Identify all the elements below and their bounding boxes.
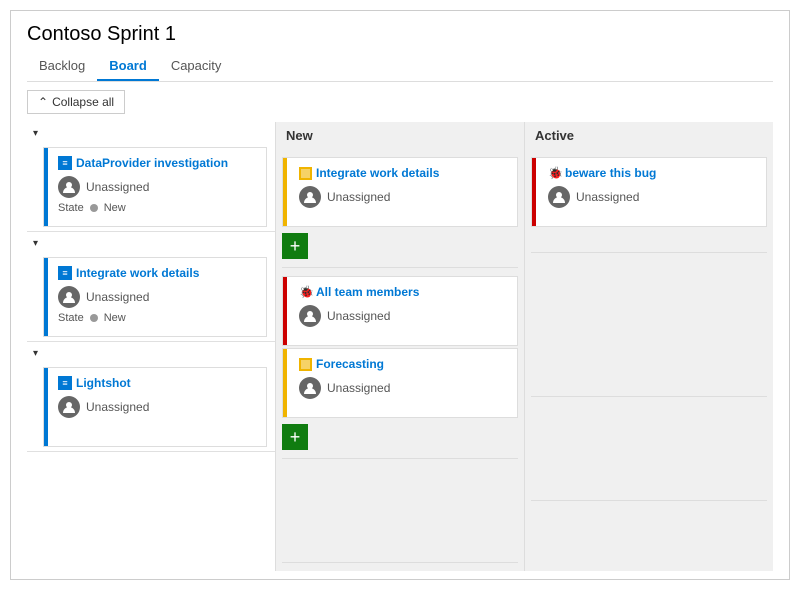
new-section-2: 🐞 All team members Unassigned xyxy=(282,272,518,459)
card-user-integrate: Unassigned xyxy=(299,186,509,208)
new-section-1: Integrate work details Unassigned + xyxy=(282,153,518,268)
toolbar: ⌃ Collapse all xyxy=(11,82,789,122)
sidebar-item-1-bar xyxy=(44,148,48,226)
card-avatar-1 xyxy=(299,186,321,208)
sidebar-item-2-state: State New xyxy=(58,312,258,324)
state-dot-2 xyxy=(90,314,98,322)
sidebar-item-1-user: Unassigned xyxy=(58,176,258,198)
collapse-all-label: Collapse all xyxy=(52,95,114,109)
col-active-content: 🐞 beware this bug Unassigned xyxy=(525,149,773,571)
card-bar-yellow xyxy=(283,158,287,226)
board-card-forecasting[interactable]: Forecasting Unassigned xyxy=(282,348,518,418)
board-columns: New Integrate work details xyxy=(275,122,773,571)
active-section-3 xyxy=(531,401,767,501)
col-new: New Integrate work details xyxy=(275,122,524,571)
card-bar-yellow-2 xyxy=(283,349,287,417)
sidebar-row-2: ▾ ≡ Integrate work details Unassigned xyxy=(27,232,275,342)
card-user-label-3: Unassigned xyxy=(327,381,390,395)
story-icon-1 xyxy=(299,167,312,180)
collapse-arrow-icon: ⌃ xyxy=(38,95,48,109)
card-bar-red-2 xyxy=(532,158,536,226)
unassigned-label-2: Unassigned xyxy=(86,290,149,304)
sidebar-item-3-bar xyxy=(44,368,48,446)
task-icon-2: ≡ xyxy=(58,266,72,280)
collapse-all-button[interactable]: ⌃ Collapse all xyxy=(27,90,125,114)
avatar-3 xyxy=(58,396,80,418)
sidebar: ▾ ≡ DataProvider investigation Unassigne… xyxy=(27,122,275,571)
bug-icon-2: 🐞 xyxy=(548,167,561,180)
card-user-forecasting: Unassigned xyxy=(299,377,509,399)
card-title-beware: 🐞 beware this bug xyxy=(548,166,758,180)
sidebar-item-3-user: Unassigned xyxy=(58,396,258,418)
avatar-1 xyxy=(58,176,80,198)
board-card-beware[interactable]: 🐞 beware this bug Unassigned xyxy=(531,157,767,227)
sidebar-item-1-title: ≡ DataProvider investigation xyxy=(58,156,258,170)
card-title-all-team: 🐞 All team members xyxy=(299,285,509,299)
page-title: Contoso Sprint 1 xyxy=(27,23,773,46)
sidebar-item-2: ≡ Integrate work details Unassigned Stat… xyxy=(43,257,267,337)
collapse-arrow-3[interactable]: ▾ xyxy=(33,348,275,359)
card-avatar-3 xyxy=(299,377,321,399)
tab-board[interactable]: Board xyxy=(97,52,159,81)
col-active: Active 🐞 beware this bug xyxy=(524,122,773,571)
unassigned-label-3: Unassigned xyxy=(86,400,149,414)
col-new-content: Integrate work details Unassigned + xyxy=(276,149,524,571)
board-card-integrate[interactable]: Integrate work details Unassigned xyxy=(282,157,518,227)
card-user-label-4: Unassigned xyxy=(576,190,639,204)
collapse-arrow-1[interactable]: ▾ xyxy=(33,128,275,139)
card-user-label-1: Unassigned xyxy=(327,190,390,204)
state-label-1: State xyxy=(58,202,84,214)
task-icon-3: ≡ xyxy=(58,376,72,390)
sidebar-row-1: ▾ ≡ DataProvider investigation Unassigne… xyxy=(27,122,275,232)
task-icon-1: ≡ xyxy=(58,156,72,170)
active-section-2 xyxy=(531,257,767,397)
sidebar-item-3: ≡ Lightshot Unassigned xyxy=(43,367,267,447)
unassigned-label-1: Unassigned xyxy=(86,180,149,194)
sidebar-item-2-title: ≡ Integrate work details xyxy=(58,266,258,280)
card-title-integrate: Integrate work details xyxy=(299,166,509,180)
card-user-beware: Unassigned xyxy=(548,186,758,208)
col-new-header: New xyxy=(276,122,524,149)
state-value-1: New xyxy=(104,202,126,214)
sidebar-item-3-title: ≡ Lightshot xyxy=(58,376,258,390)
sidebar-item-2-user: Unassigned xyxy=(58,286,258,308)
sidebar-item-2-bar xyxy=(44,258,48,336)
sidebar-row-3: ▾ ≡ Lightshot Unassigned xyxy=(27,342,275,452)
card-avatar-4 xyxy=(548,186,570,208)
story-icon-2 xyxy=(299,358,312,371)
collapse-arrow-2[interactable]: ▾ xyxy=(33,238,275,249)
card-title-forecasting: Forecasting xyxy=(299,357,509,371)
board-container: ▾ ≡ DataProvider investigation Unassigne… xyxy=(11,122,789,579)
new-section-3 xyxy=(282,463,518,563)
card-bar-red xyxy=(283,277,287,345)
sidebar-item-1-state: State New xyxy=(58,202,258,214)
col-active-header: Active xyxy=(525,122,773,149)
active-section-1: 🐞 beware this bug Unassigned xyxy=(531,153,767,253)
add-card-btn-1[interactable]: + xyxy=(282,233,308,259)
nav-tabs: Backlog Board Capacity xyxy=(27,52,773,82)
card-user-label-2: Unassigned xyxy=(327,309,390,323)
state-dot-1 xyxy=(90,204,98,212)
tab-backlog[interactable]: Backlog xyxy=(27,52,97,81)
state-value-2: New xyxy=(104,312,126,324)
state-label-2: State xyxy=(58,312,84,324)
bug-icon-1: 🐞 xyxy=(299,286,312,299)
tab-capacity[interactable]: Capacity xyxy=(159,52,234,81)
board-card-all-team[interactable]: 🐞 All team members Unassigned xyxy=(282,276,518,346)
card-avatar-2 xyxy=(299,305,321,327)
sidebar-item-1: ≡ DataProvider investigation Unassigned … xyxy=(43,147,267,227)
add-card-btn-2[interactable]: + xyxy=(282,424,308,450)
card-user-all-team: Unassigned xyxy=(299,305,509,327)
avatar-2 xyxy=(58,286,80,308)
